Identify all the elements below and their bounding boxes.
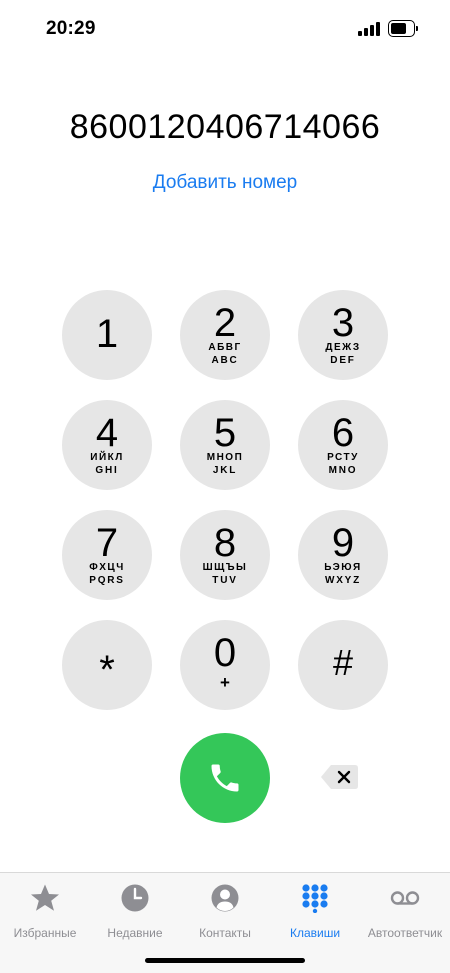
- key-letters-cyrillic: ЬЭЮЯ: [324, 562, 362, 573]
- tab-label: Избранные: [13, 926, 77, 940]
- key-digit: 2: [213, 301, 237, 345]
- person-circle-icon: [211, 884, 239, 912]
- key-digit: 4: [95, 411, 119, 455]
- key-digit: 3: [331, 301, 355, 345]
- key-letters-latin: JKL: [212, 465, 238, 476]
- key-letters-latin: GHI: [95, 465, 119, 476]
- tab-label: Контакты: [199, 926, 251, 940]
- key-letters-cyrillic: ИЙКЛ: [90, 452, 124, 463]
- dialed-number: 8600120406714066: [69, 108, 381, 146]
- key-digit: 1: [95, 312, 119, 356]
- key-letters-cyrillic: РСТУ: [327, 452, 359, 463]
- key-star[interactable]: *: [62, 620, 152, 710]
- key-digit: 0: [213, 631, 237, 675]
- tab-favorites[interactable]: Избранные: [0, 883, 90, 943]
- key-letters-latin: TUV: [212, 575, 238, 586]
- key-letters-cyrillic: АБВГ: [208, 342, 242, 353]
- status-bar: 20:29: [0, 0, 450, 60]
- key-digit: 5: [213, 411, 237, 455]
- key-3[interactable]: 3 ДЕЖЗ DEF: [298, 290, 388, 380]
- key-letters-cyrillic: МНОП: [206, 452, 244, 463]
- key-hash[interactable]: #: [298, 620, 388, 710]
- key-letters-cyrillic: ФХЦЧ: [89, 562, 125, 573]
- tab-contacts[interactable]: Контакты: [180, 883, 270, 943]
- key-letters-latin: WXYZ: [324, 575, 362, 586]
- keypad-icon: [302, 884, 328, 913]
- key-6[interactable]: 6 РСТУ MNO: [298, 400, 388, 490]
- key-digit: 9: [331, 521, 355, 565]
- key-letters-latin: PQRS: [89, 575, 125, 586]
- key-letters-latin: ABC: [211, 355, 239, 366]
- tab-label: Автоответчик: [367, 926, 443, 940]
- key-8[interactable]: 8 ШЩЪЫ TUV: [180, 510, 270, 600]
- key-4[interactable]: 4 ИЙКЛ GHI: [62, 400, 152, 490]
- key-digit: 8: [213, 521, 237, 565]
- clock-icon: [121, 884, 149, 912]
- key-letters-cyrillic: ШЩЪЫ: [202, 562, 248, 573]
- phone-icon: [211, 764, 239, 792]
- battery-icon: [388, 20, 418, 37]
- key-letters-latin: +: [220, 673, 230, 692]
- key-digit: #: [332, 642, 354, 683]
- delete-button[interactable]: [320, 762, 360, 792]
- tab-label: Недавние: [107, 926, 163, 940]
- key-0[interactable]: 0 +: [180, 620, 270, 710]
- key-letters-latin: MNO: [328, 465, 358, 476]
- delete-backspace-icon: [321, 765, 358, 789]
- key-letters-cyrillic: ДЕЖЗ: [325, 342, 361, 353]
- key-digit: *: [99, 648, 115, 692]
- key-9[interactable]: 9 ЬЭЮЯ WXYZ: [298, 510, 388, 600]
- add-number-link[interactable]: Добавить номер: [0, 172, 450, 194]
- status-time: 20:29: [46, 18, 96, 39]
- star-icon: [31, 884, 59, 911]
- tab-recents[interactable]: Недавние: [90, 883, 180, 943]
- call-button[interactable]: [180, 733, 270, 823]
- cellular-signal-icon: [358, 22, 380, 36]
- key-digit: 6: [331, 411, 355, 455]
- key-digit: 7: [95, 521, 119, 565]
- key-5[interactable]: 5 МНОП JKL: [180, 400, 270, 490]
- key-1[interactable]: 1: [62, 290, 152, 380]
- key-2[interactable]: 2 АБВГ ABC: [180, 290, 270, 380]
- key-7[interactable]: 7 ФХЦЧ PQRS: [62, 510, 152, 600]
- tab-voicemail[interactable]: Автоответчик: [360, 883, 450, 943]
- voicemail-icon: [390, 891, 420, 905]
- tab-label: Клавиши: [289, 926, 341, 940]
- key-letters-latin: DEF: [330, 355, 356, 366]
- tab-keypad[interactable]: Клавиши: [270, 883, 360, 943]
- home-indicator[interactable]: [145, 958, 305, 963]
